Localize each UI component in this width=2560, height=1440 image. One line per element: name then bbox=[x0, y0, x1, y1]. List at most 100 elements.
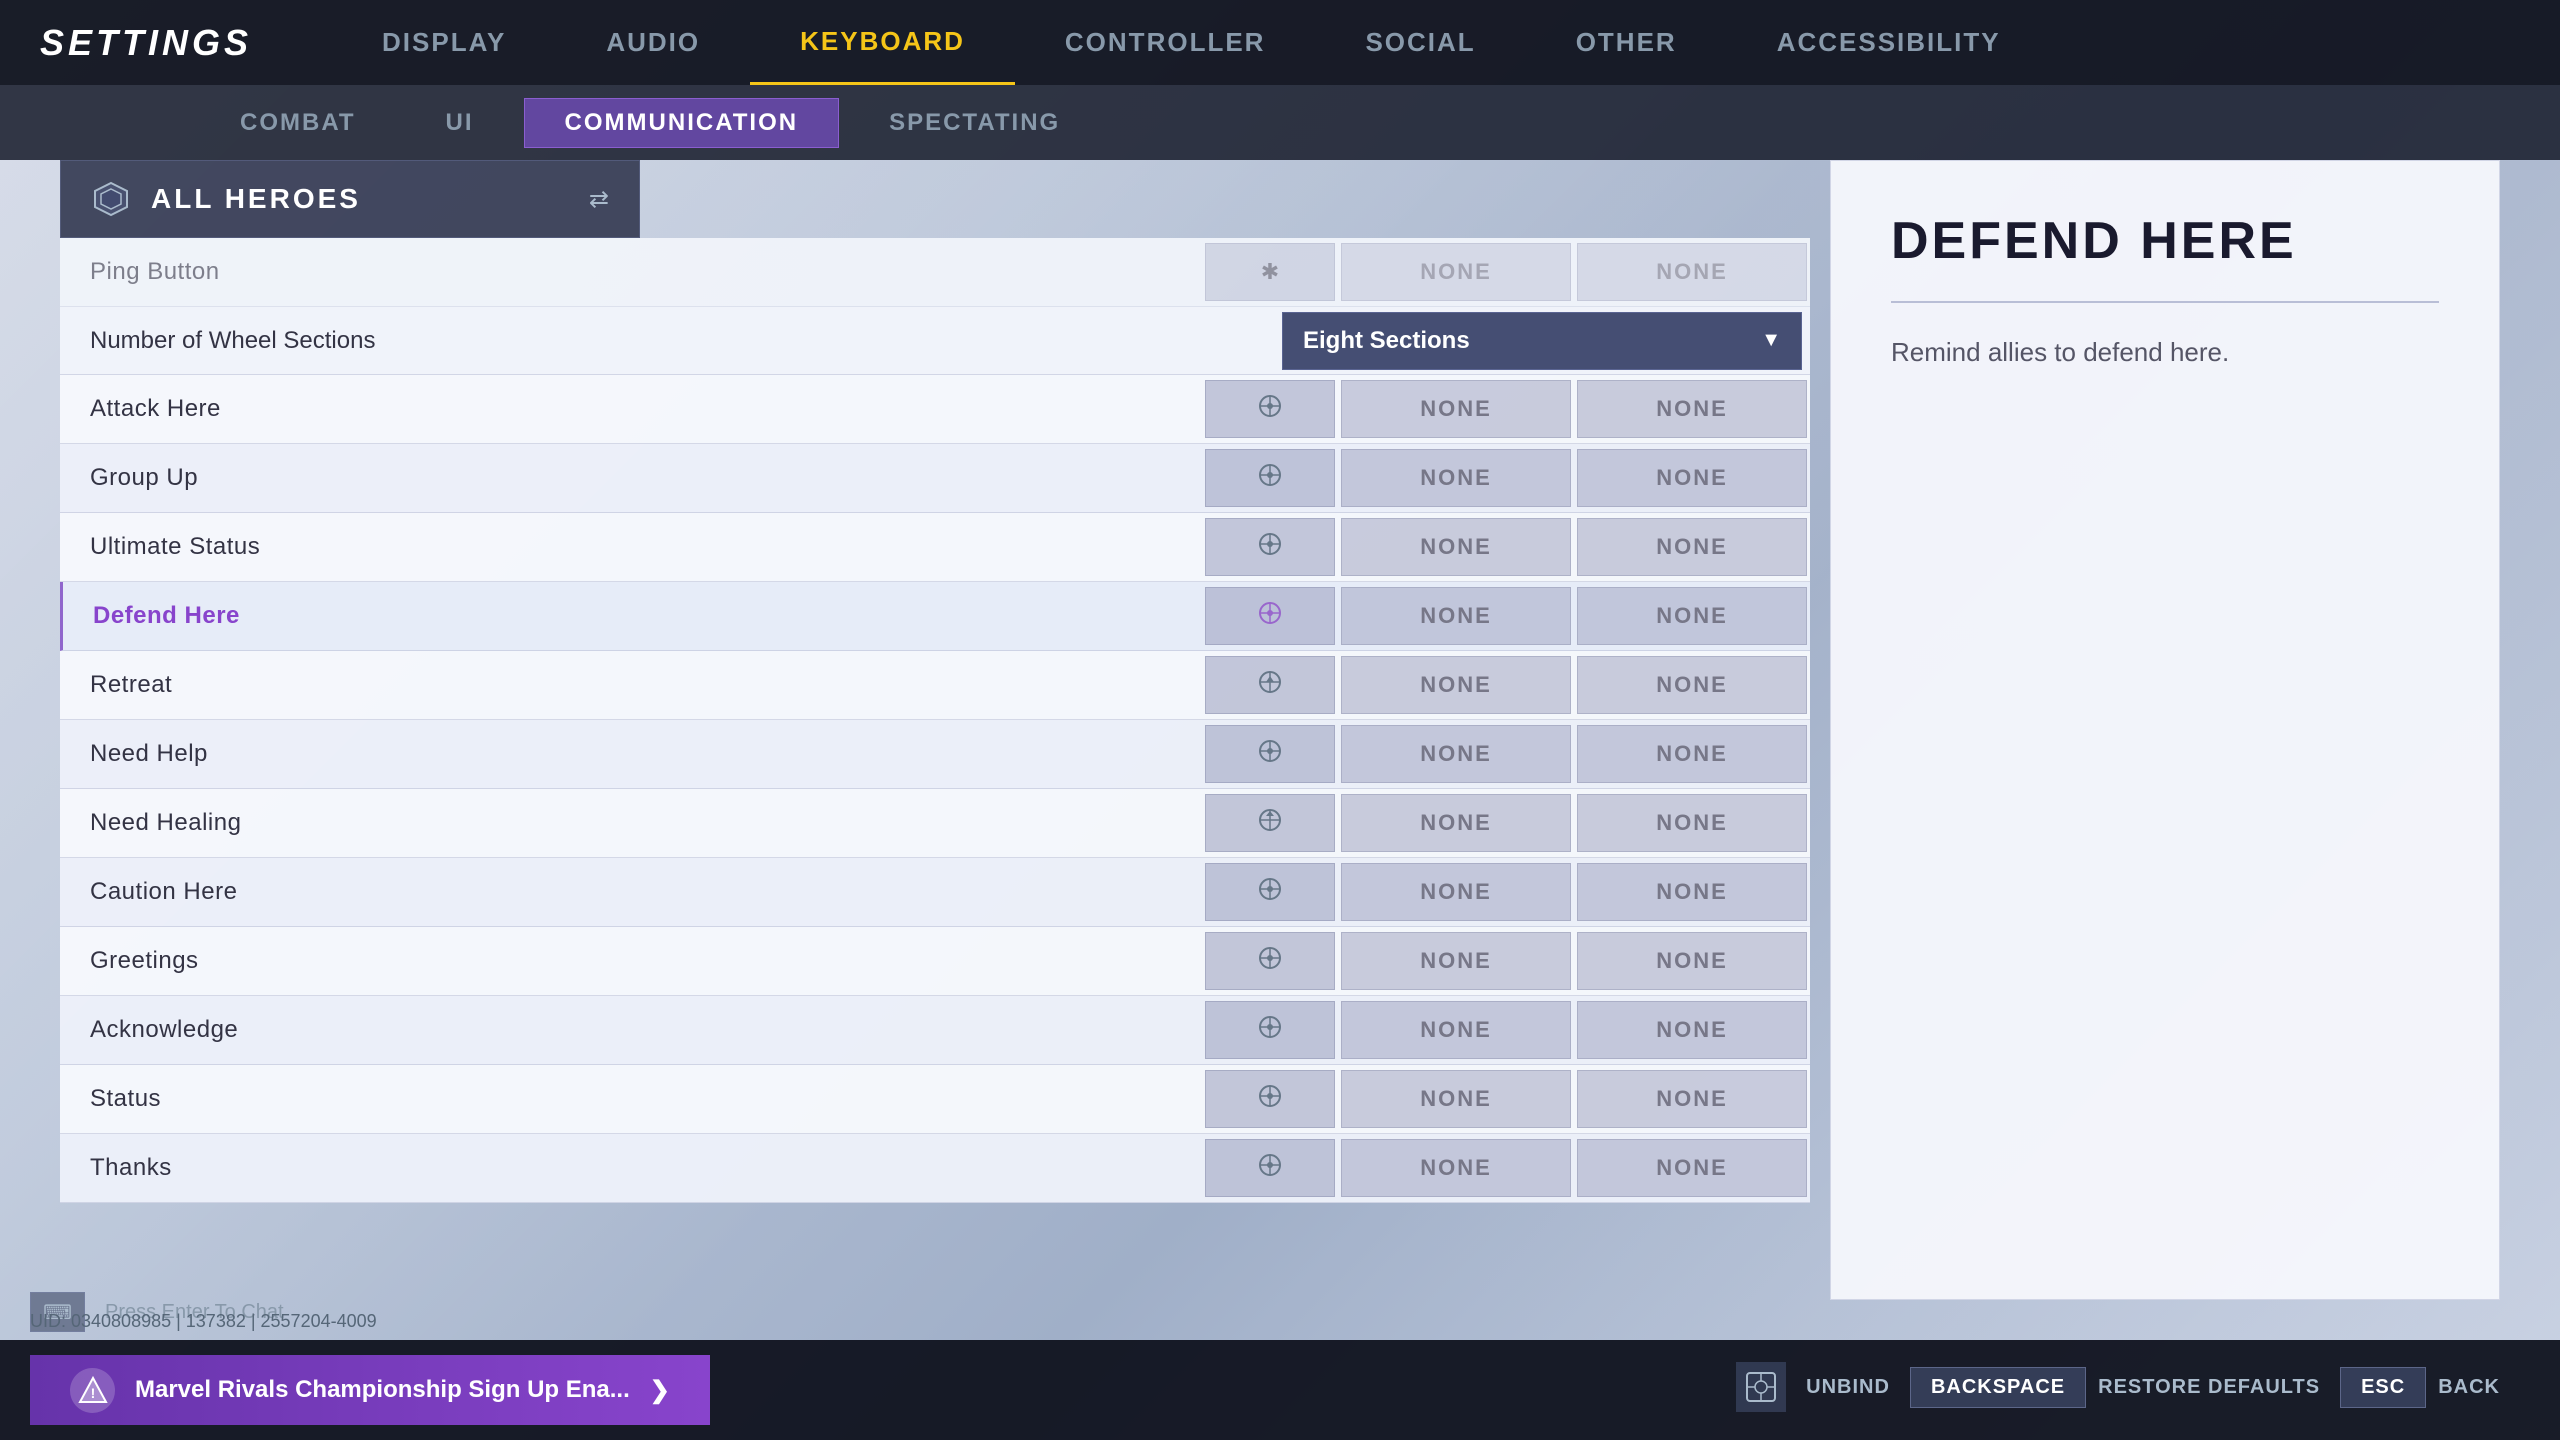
thanks-label: Thanks bbox=[60, 1154, 1202, 1182]
acknowledge-none-1[interactable]: NONE bbox=[1341, 1001, 1571, 1059]
attack-key-icon bbox=[1256, 392, 1284, 426]
ping-button-label: Ping Button bbox=[60, 258, 1202, 286]
backspace-key: BACKSPACE bbox=[1910, 1367, 2086, 1408]
ping-none-1[interactable]: NONE bbox=[1341, 243, 1571, 301]
notification-arrow-icon: ❯ bbox=[650, 1376, 670, 1405]
dropdown-arrow-icon: ▼ bbox=[1761, 329, 1781, 352]
attack-here-none-1[interactable]: NONE bbox=[1341, 380, 1571, 438]
status-keybind[interactable] bbox=[1205, 1070, 1335, 1128]
caution-here-label: Caution Here bbox=[60, 878, 1202, 906]
sub-tab-ui[interactable]: UI bbox=[406, 99, 514, 147]
nav-tab-keyboard[interactable]: KEYBOARD bbox=[750, 0, 1015, 85]
attack-here-none-2[interactable]: NONE bbox=[1577, 380, 1807, 438]
attack-here-keybind[interactable] bbox=[1205, 380, 1335, 438]
defend-here-none-2[interactable]: NONE bbox=[1577, 587, 1807, 645]
nav-tab-accessibility[interactable]: ACCESSIBILITY bbox=[1727, 0, 2051, 85]
esc-back-control[interactable]: ESC BACK bbox=[2340, 1367, 2500, 1408]
caution-key-icon bbox=[1256, 875, 1284, 909]
need-help-row: Need Help NONE NONE bbox=[60, 720, 1810, 789]
wheel-sections-dropdown[interactable]: Eight Sections ▼ bbox=[1282, 312, 1802, 370]
nav-tab-other[interactable]: OTHER bbox=[1526, 0, 1727, 85]
defend-here-keybind[interactable] bbox=[1205, 587, 1335, 645]
defend-here-description: Remind allies to defend here. bbox=[1891, 333, 2439, 372]
nav-tab-display[interactable]: DISPLAY bbox=[332, 0, 556, 85]
thanks-none-1[interactable]: NONE bbox=[1341, 1139, 1571, 1197]
unbind-control[interactable]: UNBIND bbox=[1806, 1376, 1890, 1399]
notification-icon: ! bbox=[70, 1368, 115, 1413]
status-label: Status bbox=[60, 1085, 1202, 1113]
ultimate-status-none-2[interactable]: NONE bbox=[1577, 518, 1807, 576]
hero-selector[interactable]: ALL HEROES ⇄ bbox=[60, 160, 640, 238]
retreat-label: Retreat bbox=[60, 671, 1202, 699]
ultimate-status-row: Ultimate Status NONE NONE bbox=[60, 513, 1810, 582]
defend-key-icon bbox=[1256, 599, 1284, 633]
need-healing-keybind[interactable] bbox=[1205, 794, 1335, 852]
sub-nav-bar: COMBAT UI COMMUNICATION SPECTATING bbox=[0, 85, 2560, 160]
sub-tab-communication[interactable]: COMMUNICATION bbox=[524, 98, 840, 148]
minimap-icon bbox=[1736, 1362, 1786, 1412]
status-key-icon bbox=[1256, 1082, 1284, 1116]
nav-tab-social[interactable]: SOCIAL bbox=[1315, 0, 1525, 85]
ultimate-status-label: Ultimate Status bbox=[60, 533, 1202, 561]
acknowledge-label: Acknowledge bbox=[60, 1016, 1202, 1044]
ultimate-key-icon bbox=[1256, 530, 1284, 564]
retreat-none-2[interactable]: NONE bbox=[1577, 656, 1807, 714]
need-healing-none-1[interactable]: NONE bbox=[1341, 794, 1571, 852]
backspace-control[interactable]: BACKSPACE RESTORE DEFAULTS bbox=[1910, 1367, 2320, 1408]
acknowledge-keybind[interactable] bbox=[1205, 1001, 1335, 1059]
greetings-keybind[interactable] bbox=[1205, 932, 1335, 990]
acknowledge-key-icon bbox=[1256, 1013, 1284, 1047]
esc-key: ESC bbox=[2340, 1367, 2426, 1408]
thanks-keybind[interactable] bbox=[1205, 1139, 1335, 1197]
thanks-row: Thanks NONE NONE bbox=[60, 1134, 1810, 1203]
caution-here-none-2[interactable]: NONE bbox=[1577, 863, 1807, 921]
greetings-none-1[interactable]: NONE bbox=[1341, 932, 1571, 990]
caution-here-row: Caution Here NONE NONE bbox=[60, 858, 1810, 927]
sub-tab-combat[interactable]: COMBAT bbox=[200, 99, 396, 147]
need-help-none-2[interactable]: NONE bbox=[1577, 725, 1807, 783]
defend-here-row: Defend Here NONE NONE bbox=[60, 582, 1810, 651]
need-healing-none-2[interactable]: NONE bbox=[1577, 794, 1807, 852]
hero-swap-icon: ⇄ bbox=[589, 185, 609, 214]
uid-text: UID: 0340808985 | 137382 | 2557204-4009 bbox=[30, 1311, 377, 1332]
group-up-keybind[interactable] bbox=[1205, 449, 1335, 507]
ping-none-2[interactable]: NONE bbox=[1577, 243, 1807, 301]
ping-button-keybind[interactable]: ✱ bbox=[1205, 243, 1335, 301]
greetings-label: Greetings bbox=[60, 947, 1202, 975]
ultimate-status-none-1[interactable]: NONE bbox=[1341, 518, 1571, 576]
group-key-icon bbox=[1256, 461, 1284, 495]
greetings-none-2[interactable]: NONE bbox=[1577, 932, 1807, 990]
right-panel: DEFEND HERE Remind allies to defend here… bbox=[1830, 160, 2500, 1300]
top-nav-bar: SETTINGS DISPLAY AUDIO KEYBOARD CONTROLL… bbox=[0, 0, 2560, 85]
need-healing-row: Need Healing NONE NONE bbox=[60, 789, 1810, 858]
main-content: ALL HEROES ⇄ Ping Button ✱ NONE NONE Num… bbox=[60, 160, 1810, 1300]
ultimate-status-keybind[interactable] bbox=[1205, 518, 1335, 576]
nav-tab-controller[interactable]: CONTROLLER bbox=[1015, 0, 1316, 85]
svg-text:!: ! bbox=[90, 1385, 95, 1401]
group-up-none-2[interactable]: NONE bbox=[1577, 449, 1807, 507]
thanks-key-icon bbox=[1256, 1151, 1284, 1185]
settings-table-container: Ping Button ✱ NONE NONE Number of Wheel … bbox=[60, 238, 1810, 1203]
caution-here-keybind[interactable] bbox=[1205, 863, 1335, 921]
need-help-keybind[interactable] bbox=[1205, 725, 1335, 783]
nav-tabs: DISPLAY AUDIO KEYBOARD CONTROLLER SOCIAL… bbox=[332, 0, 2520, 85]
retreat-none-1[interactable]: NONE bbox=[1341, 656, 1571, 714]
retreat-keybind[interactable] bbox=[1205, 656, 1335, 714]
defend-here-none-1[interactable]: NONE bbox=[1341, 587, 1571, 645]
thanks-none-2[interactable]: NONE bbox=[1577, 1139, 1807, 1197]
bottom-bar: ! Marvel Rivals Championship Sign Up Ena… bbox=[0, 1340, 2560, 1440]
status-none-2[interactable]: NONE bbox=[1577, 1070, 1807, 1128]
group-up-none-1[interactable]: NONE bbox=[1341, 449, 1571, 507]
acknowledge-row: Acknowledge NONE NONE bbox=[60, 996, 1810, 1065]
nav-tab-audio[interactable]: AUDIO bbox=[556, 0, 750, 85]
sub-tab-spectating[interactable]: SPECTATING bbox=[849, 99, 1100, 147]
acknowledge-none-2[interactable]: NONE bbox=[1577, 1001, 1807, 1059]
greetings-key-icon bbox=[1256, 944, 1284, 978]
wheel-sections-row: Number of Wheel Sections Eight Sections … bbox=[60, 307, 1810, 375]
caution-here-none-1[interactable]: NONE bbox=[1341, 863, 1571, 921]
restore-defaults-label: RESTORE DEFAULTS bbox=[2098, 1376, 2320, 1399]
settings-logo: SETTINGS bbox=[40, 22, 252, 64]
status-none-1[interactable]: NONE bbox=[1341, 1070, 1571, 1128]
need-help-none-1[interactable]: NONE bbox=[1341, 725, 1571, 783]
notification-banner[interactable]: ! Marvel Rivals Championship Sign Up Ena… bbox=[30, 1355, 710, 1425]
